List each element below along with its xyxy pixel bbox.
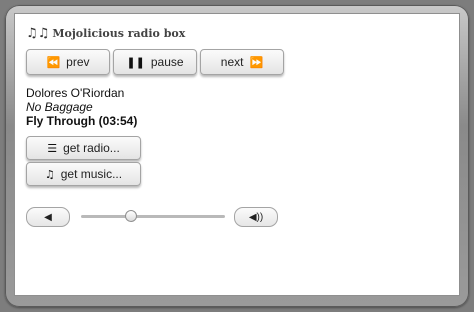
volume-up-icon: ◀)) xyxy=(248,211,264,223)
list-icon: ☰ xyxy=(47,141,58,155)
get-music-label: get music... xyxy=(60,167,123,181)
music-notes-icon: ♫♫ xyxy=(26,26,50,41)
prev-label: prev xyxy=(66,55,90,69)
prev-button[interactable]: ⏪ prev xyxy=(26,49,110,75)
pause-label: pause xyxy=(150,55,184,69)
volume-slider-track[interactable] xyxy=(81,215,225,218)
get-radio-label: get radio... xyxy=(63,141,120,155)
pause-button[interactable]: ❚❚ pause xyxy=(113,49,197,75)
track-song: Fly Through (03:54) xyxy=(26,114,138,128)
get-radio-button[interactable]: ☰ get radio... xyxy=(26,136,141,160)
volume-up-button[interactable]: ◀)) xyxy=(234,207,278,227)
track-artist: Dolores O'Riordan xyxy=(26,86,125,100)
music-note-icon: ♫ xyxy=(44,167,55,181)
app-title: ♫♫ Mojolicious radio box xyxy=(26,26,185,41)
volume-down-icon: ◀ xyxy=(44,211,52,223)
fast-forward-icon: ⏩ xyxy=(249,55,264,69)
get-music-button[interactable]: ♫ get music... xyxy=(26,162,141,186)
volume-slider-thumb[interactable] xyxy=(125,210,138,222)
next-button[interactable]: next ⏩ xyxy=(200,49,284,75)
track-album: No Baggage xyxy=(26,100,93,114)
volume-down-button[interactable]: ◀ xyxy=(26,207,70,227)
next-label: next xyxy=(220,55,244,69)
radio-box-panel: ♫♫ Mojolicious radio box ⏪ prev ❚❚ pause… xyxy=(14,13,460,296)
rewind-icon: ⏪ xyxy=(46,55,61,69)
pause-icon: ❚❚ xyxy=(126,55,145,69)
app-title-text: Mojolicious radio box xyxy=(52,27,186,40)
